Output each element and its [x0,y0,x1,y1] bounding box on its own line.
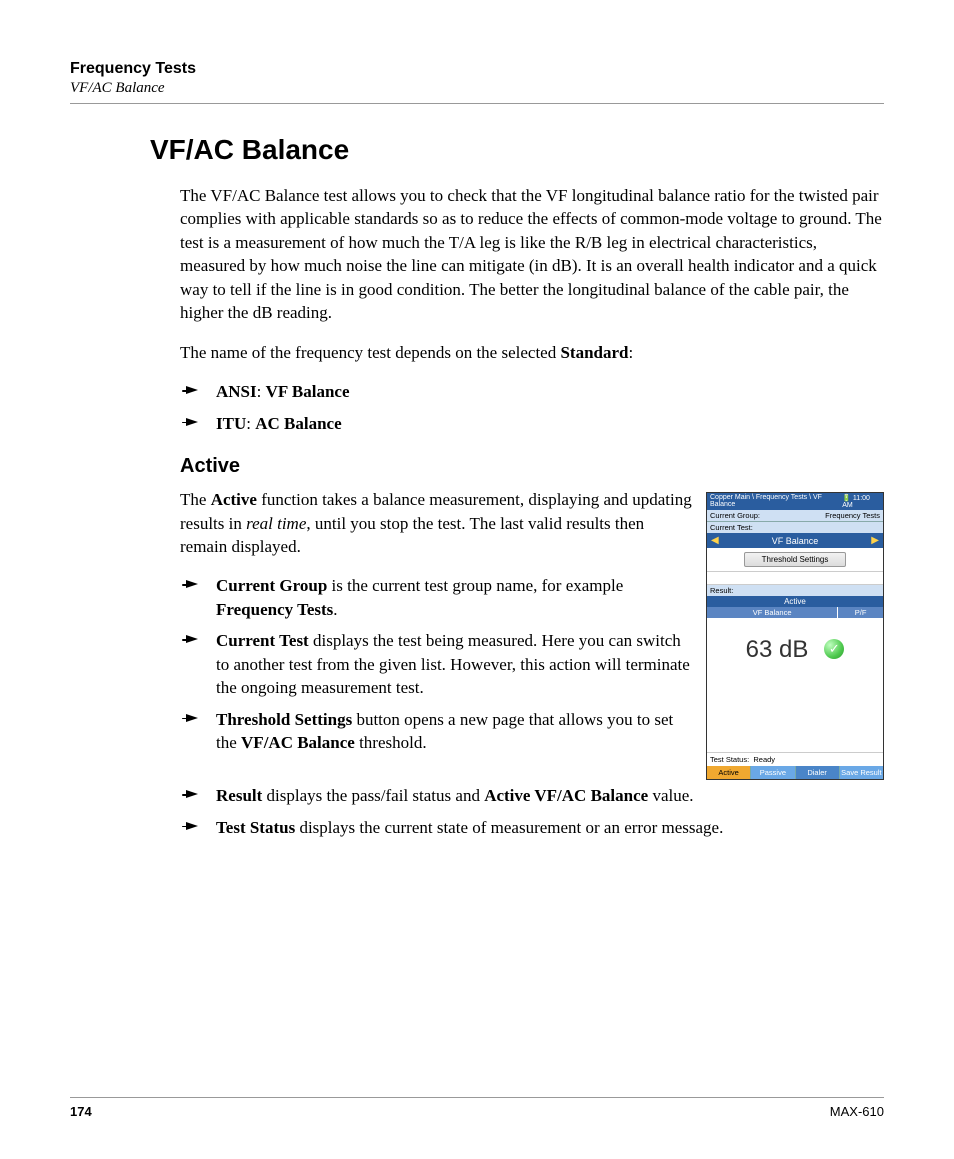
text: The name of the frequency test depends o… [180,343,560,362]
ss-test-status: Test Status: Ready [707,752,883,766]
standard-bullets: ANSI: VF Balance ITU: AC Balance [150,380,884,435]
ss-time: 🔋 11:00 AM [842,494,880,509]
footer-rule [70,1097,884,1098]
itu-value: AC Balance [255,414,341,433]
ss-cg-value: Frequency Tests [825,511,880,520]
ansi-label: ANSI [216,382,257,401]
ss-blank-row [707,571,883,585]
ss-current-group-row: Current Group: Frequency Tests [707,510,883,522]
bullet-itu: ITU: AC Balance [180,412,884,435]
ss-db-value: 63 dB [746,636,809,664]
bullet-result: Result displays the pass/fail status and… [180,784,884,807]
ss-nav-title: VF Balance [772,536,819,546]
active-bold: Active [211,490,257,509]
active-bullets-2: Result displays the pass/fail status and… [150,784,884,839]
realtime-italic: real time [246,514,306,533]
sep: : [246,414,255,433]
t: displays the current state of measuremen… [295,818,723,837]
ss-time-text: 11:00 AM [842,495,870,509]
page-number: 174 [70,1104,92,1119]
ss-tabs: Active Passive Dialer Save Result [707,766,883,779]
ss-statusbar: Copper Main \ Frequency Tests \ VF Balan… [707,493,883,510]
chevron-left-icon[interactable]: ◀ [711,535,719,546]
ss-threshold-button[interactable]: Threshold Settings [744,552,846,567]
ss-tab-passive[interactable]: Passive [751,766,795,779]
b: VF/AC Balance [241,733,355,752]
pass-check-icon: ✓ [824,639,844,659]
standard-line: The name of the frequency test depends o… [150,341,884,364]
b: Frequency Tests [216,600,333,619]
device-screenshot: Copper Main \ Frequency Tests \ VF Balan… [706,492,884,780]
b: Current Test [216,631,309,650]
ss-tab-dialer[interactable]: Dialer [796,766,840,779]
text: : [629,343,634,362]
bullet-threshold-settings: Threshold Settings button opens a new pa… [180,708,692,755]
page-footer: 174 MAX-610 [70,1097,884,1119]
ss-result-label: Result: [707,585,883,596]
ss-column-headers: VF Balance P/F [707,607,883,618]
header-title: Frequency Tests [70,60,884,78]
t: The [180,490,211,509]
header-rule [70,103,884,104]
active-bullets-1: Current Group is the current test group … [180,574,692,754]
ss-tab-save-result[interactable]: Save Result [840,766,883,779]
content-area: VF/AC Balance The VF/AC Balance test all… [70,134,884,839]
chevron-right-icon[interactable]: ▶ [871,535,879,546]
bullet-current-test: Current Test displays the test being mea… [180,629,692,699]
doc-id: MAX-610 [830,1104,884,1119]
ss-status-value: Ready [753,755,775,764]
ss-active-bar: Active [707,596,883,607]
b: Threshold Settings [216,710,352,729]
ss-ct-label: Current Test: [710,523,753,532]
ansi-value: VF Balance [266,382,350,401]
bullet-ansi: ANSI: VF Balance [180,380,884,403]
intro-paragraph: The VF/AC Balance test allows you to che… [150,184,884,325]
t: threshold. [355,733,427,752]
bullet-current-group: Current Group is the current test group … [180,574,692,621]
page-title: VF/AC Balance [150,134,884,166]
b: Test Status [216,818,295,837]
b: Active VF/AC Balance [484,786,648,805]
ss-value-area: 63 dB ✓ [707,618,883,752]
b: Result [216,786,262,805]
bullet-test-status: Test Status displays the current state o… [180,816,884,839]
header-subtitle: VF/AC Balance [70,80,884,97]
t: displays the pass/fail status and [262,786,484,805]
ss-tab-active[interactable]: Active [707,766,751,779]
section-active-heading: Active [150,455,884,478]
sep: : [257,382,266,401]
ss-current-test-row: Current Test: [707,522,883,533]
active-text-column: The Active function takes a balance meas… [180,488,692,765]
ss-breadcrumb: Copper Main \ Frequency Tests \ VF Balan… [710,494,842,509]
active-paragraph: The Active function takes a balance meas… [180,488,692,558]
b: Current Group [216,576,327,595]
ss-col-pf: P/F [838,607,883,618]
ss-status-label: Test Status: [710,755,749,764]
ss-test-selector[interactable]: ◀ VF Balance ▶ [707,533,883,548]
t: value. [648,786,693,805]
ss-col-vfbalance: VF Balance [707,607,838,618]
itu-label: ITU [216,414,246,433]
t: is the current test group name, for exam… [327,576,623,595]
ss-cg-label: Current Group: [710,511,760,520]
standard-bold: Standard [560,343,628,362]
t: . [333,600,337,619]
